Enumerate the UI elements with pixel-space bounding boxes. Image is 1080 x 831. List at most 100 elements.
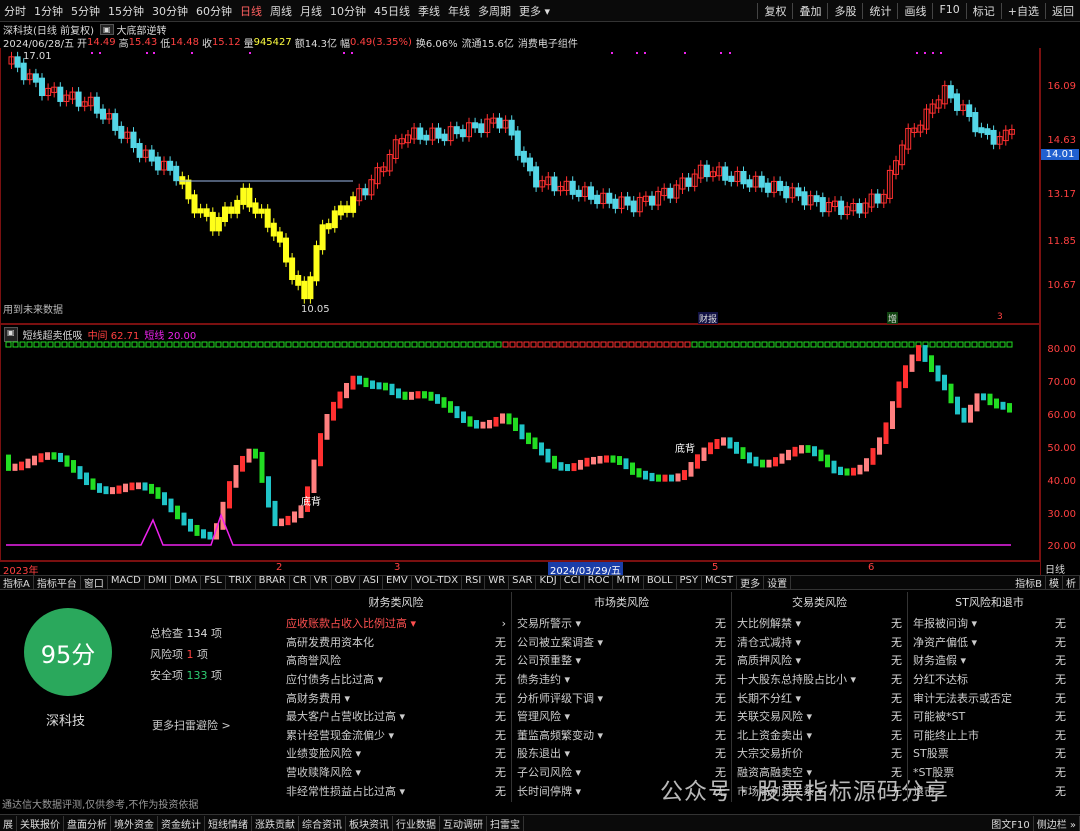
toolbar-button[interactable]: F10 [932,2,965,19]
more-scan-link[interactable]: 更多扫雷避险 > [152,717,231,733]
risk-item[interactable]: 管理风险 ▾ 无 [517,707,726,726]
risk-item[interactable]: 非经常性损益占比过高 ▾ 无 [286,781,506,800]
risk-item[interactable]: 分析师评级下调 ▾ 无 [517,688,726,707]
risk-item[interactable]: 大宗交易折价 无 [737,744,902,763]
indicator-name[interactable]: 大底部逆转 [117,22,167,37]
period-tab[interactable]: 60分钟 [192,3,236,19]
period-tab[interactable]: 分时 [0,3,30,19]
risk-item[interactable]: 营收赎降风险 ▾ 无 [286,763,506,782]
indicator-tab[interactable]: DMA [171,576,202,589]
indicator-tab[interactable]: ROC [585,576,614,589]
toolbar-button[interactable]: 多股 [827,2,862,19]
risk-item[interactable]: 高研发费用资本化 无 [286,633,506,652]
bottom-tab[interactable]: 行业数据 [393,815,440,831]
risk-item[interactable]: 应付债务占比过高 ▾ 无 [286,670,506,689]
bottom-tab[interactable]: 短线情绪 [205,815,252,831]
indicator-tab[interactable]: 指标B [1012,576,1046,589]
risk-item[interactable]: 十大股东总持股占比小 ▾ 无 [737,670,902,689]
risk-item[interactable]: 公司被立案调查 ▾ 无 [517,633,726,652]
period-tab[interactable]: 更多 ▾ [515,3,554,19]
indicator-tab[interactable]: EMV [383,576,412,589]
risk-item[interactable]: *ST股票 无 [913,763,1066,782]
risk-item[interactable]: 可能终止上市 无 [913,726,1066,745]
risk-item[interactable]: 北上资金卖出 ▾ 无 [737,726,902,745]
event-tag-3[interactable]: 3 [997,312,1003,322]
risk-item[interactable]: 大比例解禁 ▾ 无 [737,614,902,633]
indicator-tab[interactable]: TRIX [226,576,256,589]
period-tab[interactable]: 1分钟 [30,3,67,19]
period-tab[interactable]: 季线 [414,3,444,19]
indicator-tab[interactable]: 设置 [764,576,792,589]
risk-item[interactable]: 子公司风险 ▾ 无 [517,763,726,782]
indicator-tab[interactable]: VR [311,576,332,589]
period-tab[interactable]: 15分钟 [104,3,148,19]
indicator-tab[interactable]: ASI [360,576,383,589]
period-tab[interactable]: 年线 [444,3,474,19]
bottom-tab[interactable]: 互动调研 [440,815,487,831]
toolbar-button[interactable]: 叠加 [792,2,827,19]
risk-item[interactable]: 融资高融卖空 ▾ 无 [737,763,902,782]
toolbar-button[interactable]: 画线 [897,2,932,19]
risk-item[interactable]: 关联交易风险 ▾ 无 [737,707,902,726]
indicator-tab[interactable]: KDJ [536,576,561,589]
indicator-tab[interactable]: PSY [677,576,703,589]
indicator-tab[interactable]: MCST [702,576,738,589]
bottom-tab[interactable]: 综合资讯 [299,815,346,831]
indicator-tab[interactable]: MACD [108,576,145,589]
indicator-icon[interactable]: ▣ [99,23,114,35]
risk-item[interactable]: 退市 无 [913,781,1066,800]
indicator-tab[interactable]: BOLL [644,576,677,589]
toolbar-button[interactable]: 返回 [1045,2,1080,19]
oscillator-panel[interactable]: ▣ 短线超卖低吸 中间 62.71 短线 20.00 底背 底背 [0,324,1040,562]
risk-item[interactable]: 财务造假 ▾ 无 [913,651,1066,670]
indicator-tab[interactable]: 析 [1063,576,1080,589]
risk-item[interactable]: 公司预重整 ▾ 无 [517,651,726,670]
period-tab[interactable]: 5分钟 [67,3,104,19]
bottom-tab[interactable]: 境外资金 [111,815,158,831]
risk-item[interactable]: 高财务费用 ▾ 无 [286,688,506,707]
risk-item[interactable]: 债务违约 ▾ 无 [517,670,726,689]
indicator-tab[interactable]: 指标A [0,576,34,589]
candlestick-panel[interactable]: 用到未来数据 17.01 10.05 财报 增 3 [0,48,1040,325]
period-tab[interactable]: 10分钟 [326,3,370,19]
risk-item[interactable]: 应收账款占收入比例过高 ▾ › [286,614,506,633]
risk-item[interactable]: 交易所警示 ▾ 无 [517,614,726,633]
risk-item[interactable]: 长时间停牌 ▾ 无 [517,781,726,800]
indicator-tab[interactable]: VOL-TDX [412,576,463,589]
indicator-tab[interactable]: DMI [145,576,172,589]
risk-item[interactable]: 净资产偏低 ▾ 无 [913,633,1066,652]
indicator-tab[interactable]: OBV [332,576,360,589]
bottom-tab[interactable]: 板块资讯 [346,815,393,831]
bottom-tab[interactable]: 展 [0,815,17,831]
period-tab[interactable]: 月线 [296,3,326,19]
risk-item[interactable]: 分红不达标 无 [913,670,1066,689]
indicator-tab[interactable]: 指标平台 [34,576,81,589]
period-tab[interactable]: 多周期 [474,3,515,19]
period-tab[interactable]: 周线 [266,3,296,19]
risk-item[interactable]: 可能被*ST 无 [913,707,1066,726]
indicator-tab[interactable]: 窗口 [81,576,108,589]
quote-sector[interactable]: 消费电子组件 [518,35,578,50]
risk-item[interactable]: 市场高利润关系 ▾ 无 [737,781,902,800]
period-tab[interactable]: 日线 [236,3,266,19]
risk-item[interactable]: 最大客户占营收比过高 ▾ 无 [286,707,506,726]
bottom-tab[interactable]: 图文F10 [988,815,1034,831]
risk-item[interactable]: 清仓式减持 ▾ 无 [737,633,902,652]
toolbar-button[interactable]: 复权 [757,2,792,19]
indicator-tab[interactable]: BRAR [256,576,290,589]
period-tab[interactable]: 45日线 [370,3,414,19]
indicator-tab[interactable]: SAR [509,576,537,589]
risk-item[interactable]: 高商誉风险 无 [286,651,506,670]
toolbar-button[interactable]: +自选 [1000,2,1045,19]
indicator-tab[interactable]: CCI [561,576,585,589]
risk-item[interactable]: 董监高频繁变动 ▾ 无 [517,726,726,745]
bottom-tab[interactable]: 侧边栏 » [1034,815,1080,831]
risk-item[interactable]: 审计无法表示或否定 无 [913,688,1066,707]
indicator-tab[interactable]: 更多 [737,576,765,589]
period-label[interactable]: 日线 [1040,560,1080,576]
risk-item[interactable]: 累计经营现金流偏少 ▾ 无 [286,726,506,745]
indicator-tab[interactable]: WR [485,576,510,589]
bottom-tab[interactable]: 盘面分析 [64,815,111,831]
bottom-tab[interactable]: 扫雷宝 [487,815,524,831]
bottom-tab[interactable]: 关联报价 [17,815,64,831]
